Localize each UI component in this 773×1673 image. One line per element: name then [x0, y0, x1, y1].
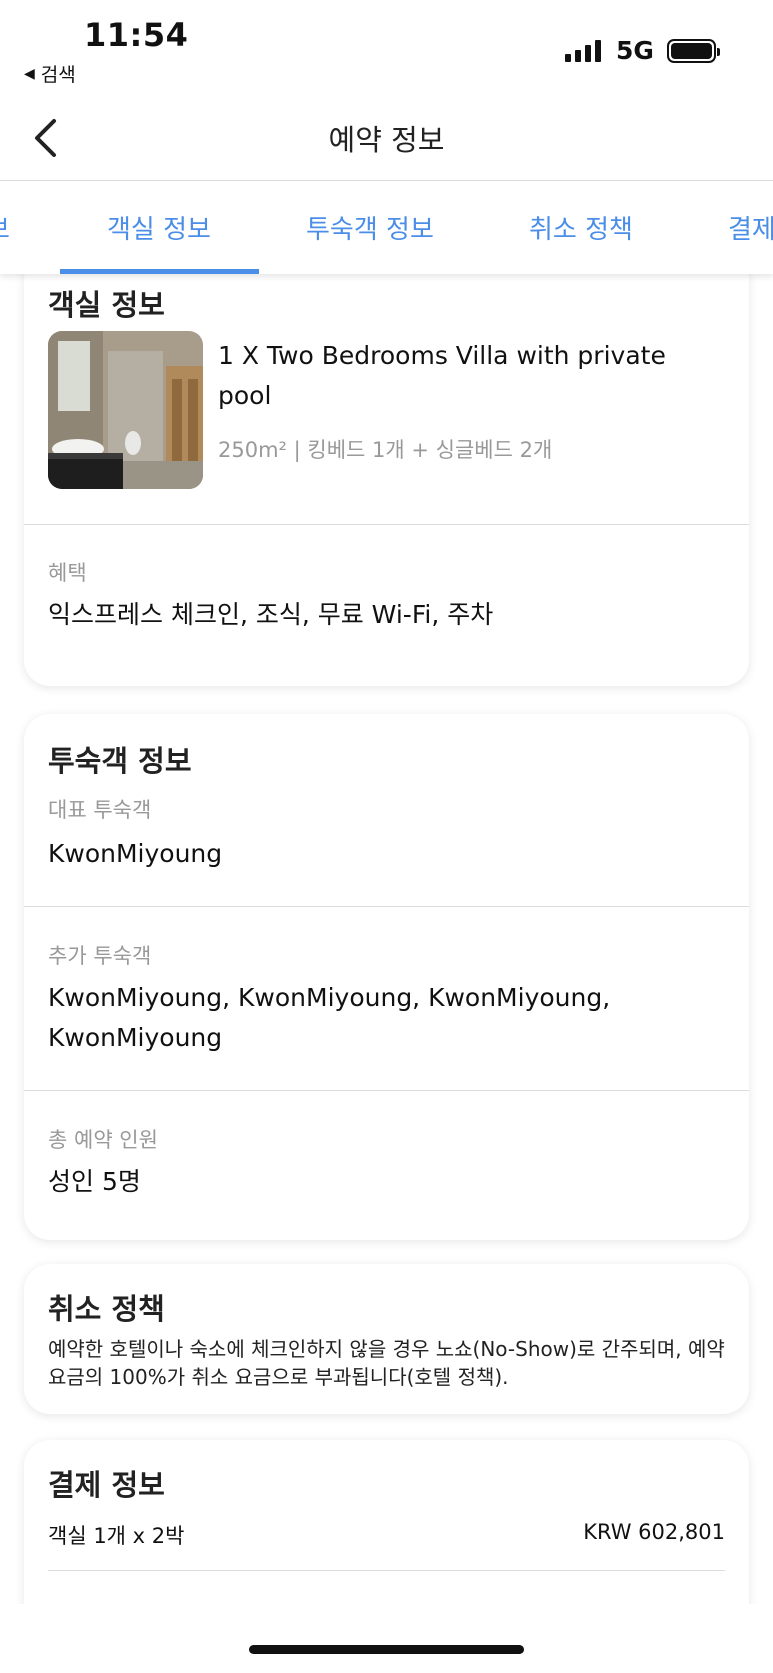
divider — [48, 1570, 725, 1571]
payment-info-card: 결제 정보 객실 1개 x 2박 KRW 602,801 — [24, 1440, 749, 1604]
additional-guests-value: KwonMiyoung, KwonMiyoung, KwonMiyoung, K… — [48, 983, 611, 1052]
cellular-signal-icon — [565, 40, 601, 62]
cancel-policy-card: 취소 정책 예약한 호텔이나 숙소에 체크인하지 않을 경우 노쇼(No-Sho… — [24, 1264, 749, 1414]
payment-info-title: 결제 정보 — [48, 1468, 165, 1502]
navigation-bar: 예약 정보 — [0, 95, 773, 181]
section-tabs: 보 객실 정보 투숙객 정보 취소 정책 결제 — [0, 181, 773, 274]
guest-info-title: 투숙객 정보 — [48, 744, 192, 778]
back-app-label: 검색 — [40, 64, 76, 86]
divider — [24, 906, 749, 907]
benefits-label: 혜택 — [48, 561, 87, 585]
guest-info-card: 투숙객 정보 대표 투숙객 KwonMiyoung 추가 투숙객 KwonMiy… — [24, 714, 749, 1240]
lead-guest-label: 대표 투숙객 — [48, 798, 152, 822]
room-detail: 250m² | 킹베드 1개 + 싱글베드 2개 — [218, 438, 553, 462]
tab-partial-left[interactable]: 보 — [0, 209, 10, 246]
divider — [24, 1090, 749, 1091]
total-guests-label: 총 예약 인원 — [48, 1128, 158, 1152]
tab-guest-info[interactable]: 투숙객 정보 — [306, 209, 434, 246]
payment-line-value: KRW 602,801 — [583, 1520, 725, 1544]
active-tab-indicator — [60, 269, 259, 274]
cancel-policy-title: 취소 정책 — [48, 1292, 165, 1326]
page-title: 예약 정보 — [328, 123, 445, 157]
scroll-content[interactable]: 객실 정보 1 X Two Bedrooms Villa with privat… — [0, 274, 773, 1604]
room-photo[interactable] — [48, 331, 203, 489]
room-info-card: 객실 정보 1 X Two Bedrooms Villa with privat… — [24, 274, 749, 686]
status-time: 11:54 — [84, 16, 189, 54]
total-guests-value: 성인 5명 — [48, 1167, 141, 1196]
status-bar: 11:54 ◀ 검색 5G — [0, 0, 773, 95]
divider — [24, 524, 749, 525]
room-info-title: 객실 정보 — [48, 288, 165, 322]
tab-cancel-policy[interactable]: 취소 정책 — [529, 209, 633, 246]
cancel-policy-text: 예약한 호텔이나 숙소에 체크인하지 않을 경우 노쇼(No-Show)로 간주… — [48, 1337, 725, 1389]
back-to-app-link[interactable]: ◀ 검색 — [24, 60, 76, 87]
lead-guest-value: KwonMiyoung — [48, 839, 223, 868]
additional-guests-label: 추가 투숙객 — [48, 944, 152, 968]
network-type: 5G — [616, 36, 654, 65]
battery-icon — [667, 39, 720, 63]
home-indicator[interactable] — [249, 1645, 524, 1654]
room-name: 1 X Two Bedrooms Villa with private pool — [218, 341, 666, 410]
back-triangle-icon: ◀ — [24, 65, 35, 82]
benefits-value: 익스프레스 체크인, 조식, 무료 Wi-Fi, 주차 — [48, 600, 494, 629]
tab-room-info[interactable]: 객실 정보 — [107, 209, 211, 246]
tab-payment[interactable]: 결제 — [728, 209, 773, 246]
payment-line-label: 객실 1개 x 2박 — [48, 1524, 185, 1548]
